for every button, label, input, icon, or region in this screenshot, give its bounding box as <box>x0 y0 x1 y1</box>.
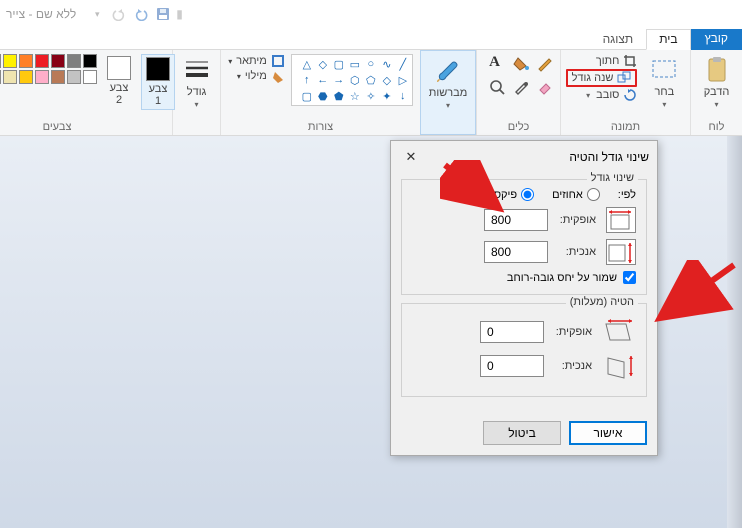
radio-pixels[interactable]: פיקסלים <box>478 188 534 201</box>
eraser-tool-icon[interactable] <box>532 78 554 100</box>
window-title: ללא שם - צייר <box>6 7 76 21</box>
dialog-title: שינוי גודל והטיה <box>569 150 649 164</box>
vertical-scrollbar-thumb[interactable] <box>730 156 739 246</box>
skew-vertical-input[interactable] <box>480 355 544 377</box>
picker-tool-icon[interactable] <box>508 78 530 100</box>
skew-fieldset: הטיה (מעלות) אופקית: אנכית: <box>401 303 647 397</box>
maintain-aspect-checkbox[interactable]: שמור על יחס גובה-רוחב <box>412 271 636 284</box>
skew-vertical-icon <box>602 352 636 380</box>
color-swatch[interactable] <box>35 54 49 68</box>
color-swatch[interactable] <box>51 54 65 68</box>
color-swatch[interactable] <box>35 70 49 84</box>
undo-icon[interactable] <box>132 5 150 23</box>
pencil-tool-icon[interactable] <box>532 54 554 76</box>
brushes-button[interactable]: מברשות ▾ <box>423 55 474 112</box>
resize-vertical-icon <box>606 239 636 265</box>
shape-outline-button[interactable]: מיתאר▾ <box>228 54 285 68</box>
color-swatch[interactable] <box>19 54 33 68</box>
redo-icon[interactable] <box>110 5 128 23</box>
size-button[interactable]: גודל ▾ <box>176 54 218 111</box>
resize-button[interactable]: שנה גודל <box>566 69 638 87</box>
ribbon: הדבק ▾ לוח בחר ▾ חתוך שנה גודל סובב▾ תמו… <box>0 50 742 136</box>
paste-button[interactable]: הדבק ▾ <box>696 54 738 111</box>
qat-divider: ▮ <box>176 7 183 21</box>
skew-horizontal-icon <box>602 318 636 346</box>
select-button[interactable]: בחר ▾ <box>643 54 685 111</box>
save-icon[interactable] <box>154 5 172 23</box>
dialog-titlebar[interactable]: שינוי גודל והטיה ✕ <box>391 141 657 173</box>
ribbon-tabs: קובץ בית תצוגה <box>0 28 742 50</box>
customize-qat-icon[interactable]: ▾ <box>88 5 106 23</box>
color2-swatch <box>107 56 131 80</box>
color-swatch[interactable] <box>67 70 81 84</box>
color-swatch[interactable] <box>0 54 1 68</box>
color1-swatch <box>146 57 170 81</box>
color-swatch[interactable] <box>83 54 97 68</box>
tab-view[interactable]: תצוגה <box>590 29 647 50</box>
color-swatch[interactable] <box>67 54 81 68</box>
close-icon[interactable]: ✕ <box>399 147 423 167</box>
clipboard-icon <box>703 56 731 84</box>
resize-horizontal-input[interactable] <box>484 209 548 231</box>
size-icon <box>183 56 211 84</box>
color-swatch[interactable] <box>3 54 17 68</box>
group-image: בחר ▾ חתוך שנה גודל סובב▾ תמונה <box>560 50 690 135</box>
quick-access-toolbar: ▮ ▾ <box>88 5 183 23</box>
skew-horizontal-input[interactable] <box>480 321 544 343</box>
cancel-button[interactable]: ביטול <box>483 421 561 445</box>
brush-icon <box>434 57 462 85</box>
resize-vertical-input[interactable] <box>484 241 548 263</box>
group-shapes: ╱∿○▭▢◇△ ▷◇⬠⬡→←↑ ↓✦✧☆⬟⬣▢ מיתאר▾ מילוי▾ צו… <box>220 50 420 135</box>
color1-button[interactable]: צבע 1 <box>141 54 175 110</box>
group-tools: A כלים <box>476 50 560 135</box>
shapes-gallery[interactable]: ╱∿○▭▢◇△ ▷◇⬠⬡→←↑ ↓✦✧☆⬟⬣▢ <box>291 54 413 106</box>
group-brushes: מברשות ▾ . <box>420 50 476 135</box>
color-swatch[interactable] <box>51 70 65 84</box>
color-palette[interactable] <box>0 54 97 84</box>
text-tool-icon[interactable]: A <box>484 54 506 76</box>
resize-skew-dialog: שינוי גודל והטיה ✕ שינוי גודל לפי: אחוזי… <box>390 140 658 456</box>
resize-horizontal-icon <box>606 207 636 233</box>
tab-home[interactable]: בית <box>646 29 690 50</box>
fill-tool-icon[interactable] <box>508 54 530 76</box>
magnifier-tool-icon[interactable] <box>484 78 506 100</box>
color-swatch[interactable] <box>3 70 17 84</box>
crop-button[interactable]: חתוך <box>566 54 638 68</box>
select-icon <box>650 56 678 84</box>
radio-percent[interactable]: אחוזים <box>552 188 600 201</box>
group-clipboard: הדבק ▾ לוח <box>690 50 742 135</box>
group-size: גודל ▾ . <box>172 50 220 135</box>
title-bar: ▮ ▾ ללא שם - צייר <box>0 0 742 28</box>
ok-button[interactable]: אישור <box>569 421 647 445</box>
tab-file[interactable]: קובץ <box>691 29 742 50</box>
color-swatch[interactable] <box>83 70 97 84</box>
group-colors: צבע 1 צבע 2 צבעים <box>0 50 172 135</box>
color-swatch[interactable] <box>19 70 33 84</box>
color2-button[interactable]: צבע 2 <box>103 54 135 108</box>
resize-fieldset: שינוי גודל לפי: אחוזים פיקסלים אופקית: א… <box>401 179 647 295</box>
shape-fill-button[interactable]: מילוי▾ <box>228 69 285 83</box>
rotate-button[interactable]: סובב▾ <box>566 88 638 102</box>
color-swatch[interactable] <box>0 70 1 84</box>
